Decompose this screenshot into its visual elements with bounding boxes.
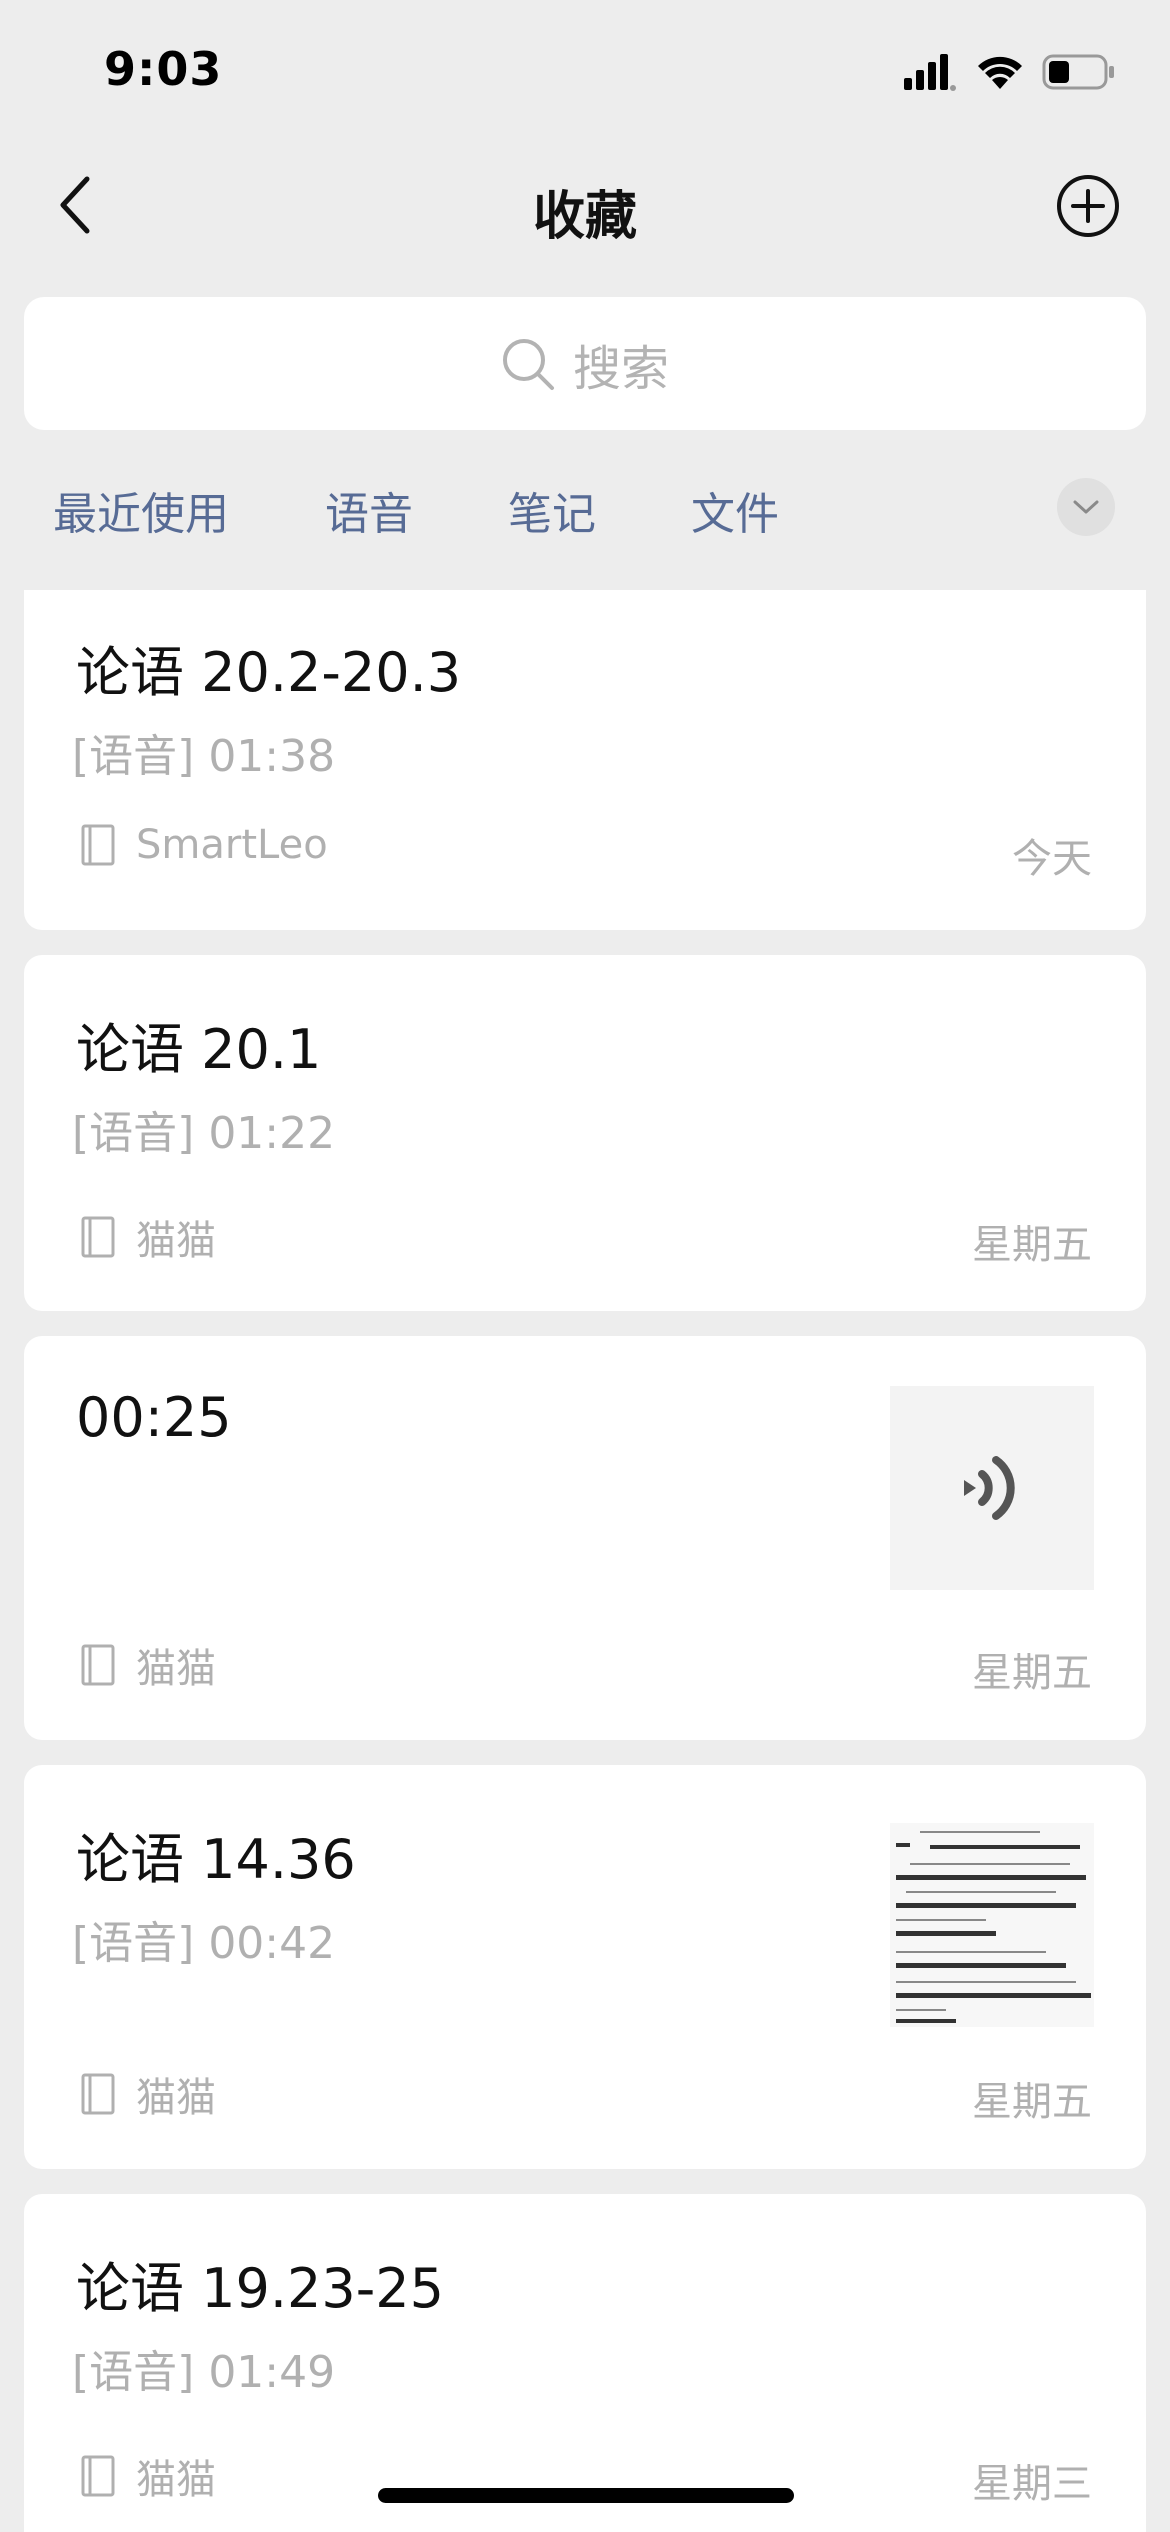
item-date: 星期五 (972, 2079, 1092, 2125)
favorite-item[interactable]: 论语 20.2-20.3 [语音] 01:38 SmartLeo 今天 (24, 590, 1146, 930)
item-source-name: 猫猫 (136, 2075, 216, 2121)
navigation-bar: 收藏 (0, 140, 1170, 270)
filter-tab-voice[interactable]: 语音 (325, 478, 413, 542)
search-icon (502, 338, 554, 390)
favorite-item[interactable]: 论语 20.1 [语音] 01:22 猫猫 星期五 (24, 955, 1146, 1311)
favorite-item[interactable]: 论语 14.36 [语音] 00:42 猫猫 星期五 (24, 1765, 1146, 2169)
item-source: 猫猫 (80, 2447, 216, 2505)
book-icon (81, 2455, 115, 2497)
item-title: 论语 14.36 (76, 1828, 356, 1891)
item-source: 猫猫 (80, 1636, 216, 1694)
item-title: 论语 19.23-25 (76, 2257, 444, 2320)
item-date: 星期三 (972, 2461, 1092, 2507)
voice-thumbnail (890, 1386, 1094, 1590)
status-time: 9:03 (104, 42, 223, 96)
item-subtitle: [语音] 01:22 (72, 1108, 336, 1159)
home-indicator[interactable] (378, 2488, 794, 2503)
text-page-image-thumbnail (890, 1823, 1094, 2027)
item-source-name: SmartLeo (136, 822, 328, 868)
chevron-down-icon (1073, 500, 1099, 514)
item-source-name: 猫猫 (136, 1218, 216, 1264)
item-subtitle: [语音] 01:38 (72, 731, 336, 782)
battery-icon (1042, 52, 1116, 96)
search-input[interactable]: 搜索 (24, 297, 1146, 430)
wifi-icon (976, 53, 1024, 95)
cellular-signal-icon (904, 52, 958, 96)
voice-icon (964, 1456, 1015, 1520)
favorite-item[interactable]: 论语 19.23-25 [语音] 01:49 猫猫 星期三 (24, 2194, 1146, 2532)
item-source-name: 猫猫 (136, 2457, 216, 2503)
book-icon (81, 2073, 115, 2115)
item-date: 星期五 (972, 1222, 1092, 1268)
item-title: 论语 20.2-20.3 (76, 641, 462, 704)
item-subtitle: [语音] 00:42 (72, 1918, 336, 1969)
favorite-item[interactable]: 00:25 猫猫 星期五 (24, 1336, 1146, 1740)
search-placeholder: 搜索 (572, 340, 669, 397)
filter-tab-files[interactable]: 文件 (691, 478, 779, 542)
item-source: 猫猫 (80, 1208, 216, 1266)
item-title: 论语 20.1 (76, 1018, 322, 1081)
filter-tab-recent[interactable]: 最近使用 (53, 478, 229, 542)
page-title: 收藏 (532, 187, 637, 247)
item-title: 00:25 (76, 1386, 232, 1449)
book-icon (81, 1644, 115, 1686)
favorites-screen: 9:03 收藏 搜索 最近使用 语音 笔记 文件 论语 20.2-20.3 [语… (0, 0, 1170, 2532)
item-date: 星期五 (972, 1650, 1092, 1696)
plus-circle-icon (1057, 175, 1119, 237)
expand-filters-button[interactable] (1057, 478, 1115, 536)
item-source-name: 猫猫 (136, 1646, 216, 1692)
filter-tabs: 最近使用 语音 笔记 文件 (0, 470, 1170, 550)
item-source: SmartLeo (80, 822, 328, 868)
add-button[interactable] (1052, 170, 1124, 242)
item-subtitle: [语音] 01:49 (72, 2347, 336, 2398)
status-icons (904, 52, 1116, 96)
book-icon (81, 1216, 115, 1258)
item-date: 今天 (1012, 836, 1092, 882)
filter-tab-notes[interactable]: 笔记 (508, 478, 596, 542)
status-bar: 9:03 (0, 0, 1170, 140)
book-icon (81, 824, 115, 866)
item-source: 猫猫 (80, 2065, 216, 2123)
